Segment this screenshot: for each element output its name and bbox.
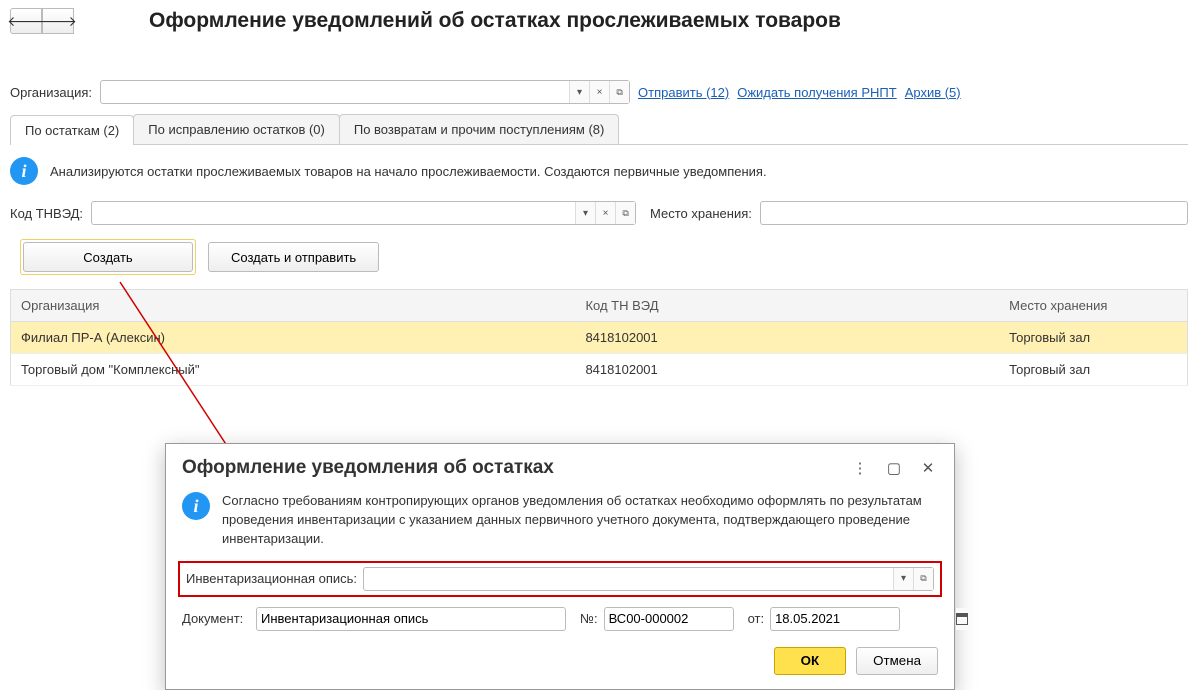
tnved-clear-icon[interactable]: × (595, 202, 615, 224)
tnved-input[interactable] (92, 202, 575, 224)
col-place[interactable]: Место хранения (999, 290, 1187, 322)
cell-code: 8418102001 (575, 322, 999, 354)
doc-input[interactable] (257, 608, 565, 630)
dialog-more-icon[interactable]: ⋮ (848, 456, 872, 480)
dialog-info-text: Согласно требованиям контропирующих орга… (222, 492, 938, 549)
organization-dropdown-icon[interactable]: ▾ (569, 81, 589, 103)
tnved-open-icon[interactable]: ⧉ (615, 202, 635, 224)
highlight-box: Инвентаризационная опись: ▾ ⧉ (178, 561, 942, 597)
cancel-button[interactable]: Отмена (856, 647, 938, 675)
ok-button[interactable]: ОК (774, 647, 847, 675)
tnved-dropdown-icon[interactable]: ▾ (575, 202, 595, 224)
info-icon: i (10, 157, 38, 185)
link-archive[interactable]: Архив (5) (905, 85, 961, 100)
info-text: Анализируются остатки прослеживаемых тов… (50, 164, 767, 179)
page-title: Оформление уведомлений об остатках просл… (149, 9, 841, 33)
dialog-create-notification: Оформление уведомления об остатках ⋮ ▢ ✕… (165, 443, 955, 690)
tab-remains[interactable]: По остаткам (2) (10, 115, 134, 145)
organization-input[interactable] (101, 81, 569, 103)
storage-input[interactable] (761, 202, 1187, 224)
cell-place: Торговый зал (999, 354, 1187, 386)
num-label: №: (580, 611, 598, 626)
create-button[interactable]: Создать (23, 242, 193, 272)
inv-dropdown-icon[interactable]: ▾ (893, 568, 913, 590)
nav-back-button[interactable]: 🡐 (10, 8, 42, 34)
organization-label: Организация: (10, 85, 92, 100)
dialog-close-icon[interactable]: ✕ (916, 456, 940, 480)
col-org[interactable]: Организация (11, 290, 576, 322)
tnved-label: Код ТНВЭД: (10, 206, 83, 221)
create-send-button[interactable]: Создать и отправить (208, 242, 379, 272)
table-row[interactable]: Торговый дом "Комплексный" 8418102001 То… (11, 354, 1188, 386)
table-row[interactable]: Филиал ПР-А (Алексин) 8418102001 Торговы… (11, 322, 1188, 354)
remains-table: Организация Код ТН ВЭД Место хранения Фи… (10, 289, 1188, 386)
nav-forward-button[interactable]: 🡒 (42, 8, 74, 34)
inv-open-icon[interactable]: ⧉ (913, 568, 933, 590)
tab-corrections[interactable]: По исправлению остатков (0) (133, 114, 340, 144)
inv-input[interactable] (364, 568, 893, 590)
info-icon: i (182, 492, 210, 520)
organization-open-icon[interactable]: ⧉ (609, 81, 629, 103)
cell-code: 8418102001 (575, 354, 999, 386)
dialog-maximize-icon[interactable]: ▢ (882, 456, 906, 480)
inv-label: Инвентаризационная опись: (186, 571, 357, 586)
cell-org: Филиал ПР-А (Алексин) (11, 322, 576, 354)
tab-returns[interactable]: По возвратам и прочим поступлениям (8) (339, 114, 619, 144)
link-send[interactable]: Отправить (12) (638, 85, 729, 100)
col-code[interactable]: Код ТН ВЭД (575, 290, 999, 322)
cell-org: Торговый дом "Комплексный" (11, 354, 576, 386)
organization-clear-icon[interactable]: × (589, 81, 609, 103)
cell-place: Торговый зал (999, 322, 1187, 354)
link-await[interactable]: Ожидать получения РНПТ (737, 85, 896, 100)
from-input[interactable] (771, 608, 955, 630)
calendar-icon[interactable] (955, 608, 968, 630)
dialog-title: Оформление уведомления об остатках (182, 457, 838, 479)
doc-label: Документ: (182, 611, 250, 626)
from-label: от: (748, 611, 765, 626)
storage-label: Место хранения: (650, 206, 752, 221)
